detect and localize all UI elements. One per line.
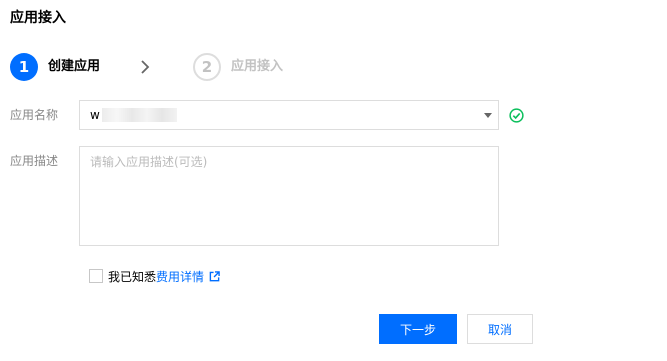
app-desc-textarea[interactable]: [79, 146, 499, 246]
external-link-icon[interactable]: [209, 270, 220, 282]
step-label-create-app: 创建应用: [48, 59, 101, 74]
chevron-right-icon: [120, 59, 170, 75]
app-name-select[interactable]: w: [79, 100, 499, 130]
app-desc-label: 应用描述: [10, 154, 59, 168]
step-create-app: 1 创建应用: [10, 53, 100, 81]
app-name-value: w: [90, 108, 177, 123]
step-number-2: 2: [193, 53, 222, 81]
check-circle-icon: [509, 108, 524, 123]
next-button[interactable]: 下一步: [379, 314, 457, 344]
app-name-label: 应用名称: [10, 108, 59, 122]
agreement-checkbox[interactable]: [89, 269, 103, 283]
steps-indicator: 1 创建应用 2 应用接入: [10, 53, 283, 81]
caret-down-icon[interactable]: [484, 113, 492, 118]
app-access-page: 应用接入 1 创建应用 2 应用接入 应用名称 w 应用描述 我已知悉 费用详情: [0, 0, 667, 361]
fee-details-link[interactable]: 费用详情: [156, 268, 204, 285]
step-label-app-access: 应用接入: [231, 59, 284, 74]
step-app-access: 2 应用接入: [193, 53, 283, 81]
page-title: 应用接入: [10, 10, 66, 26]
agreement-row: 我已知悉 费用详情: [89, 267, 220, 285]
agreement-text: 我已知悉: [108, 269, 157, 284]
cancel-button[interactable]: 取消: [467, 314, 533, 344]
step-number-1: 1: [10, 53, 38, 81]
redacted-text: [101, 108, 177, 123]
